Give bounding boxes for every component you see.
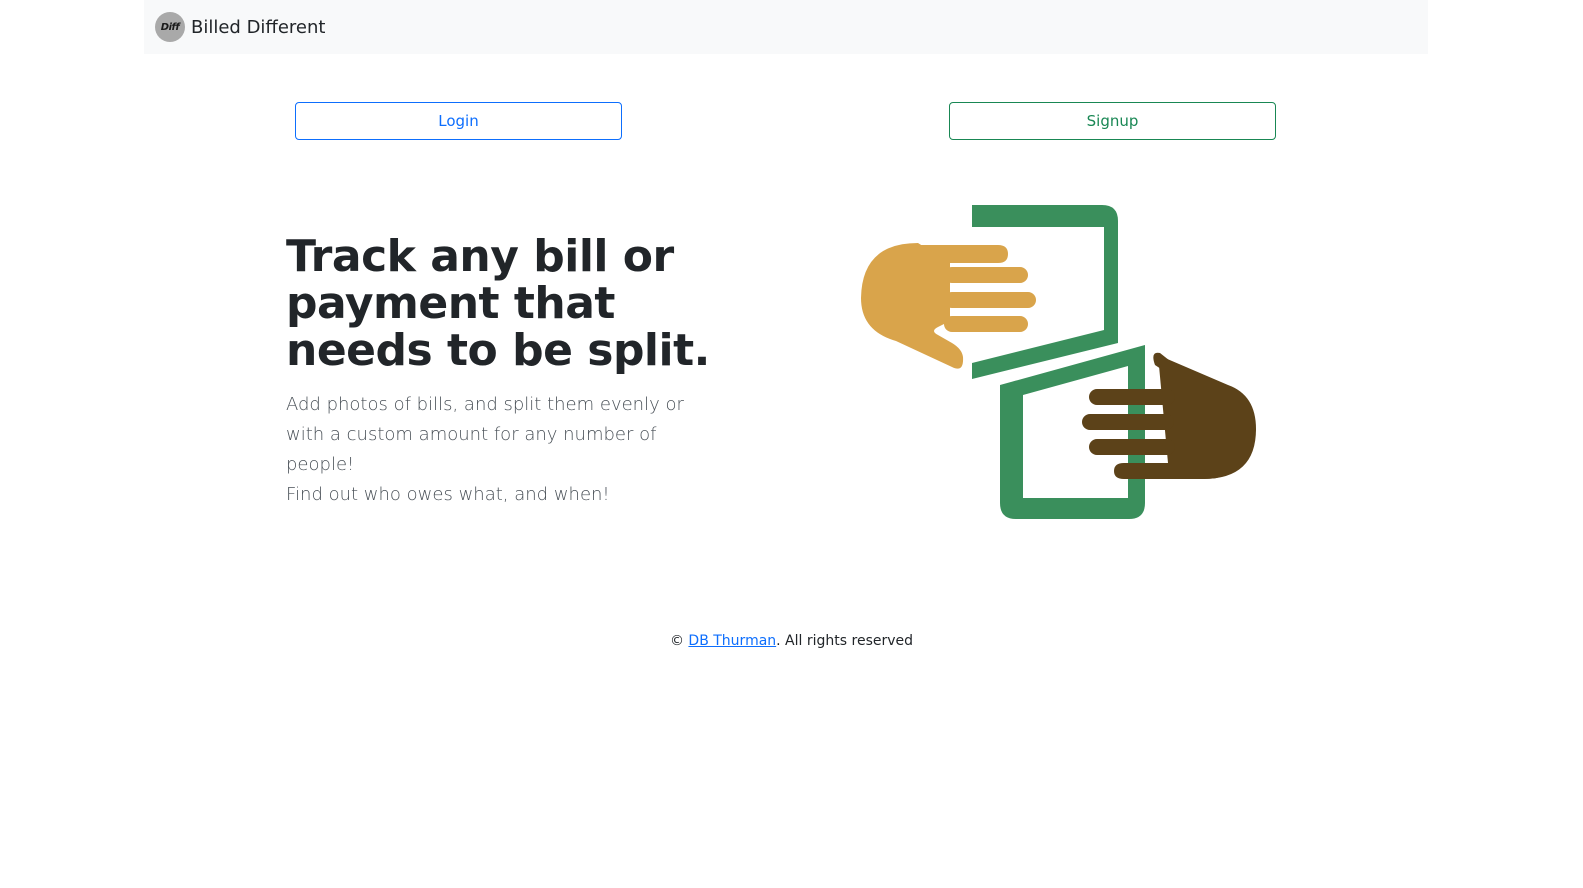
login-button[interactable]: Login — [295, 102, 622, 140]
brand-name: Billed Different — [191, 16, 326, 38]
hero-description-line-1: Add photos of bills, and split them even… — [286, 394, 684, 475]
dark-hand — [1082, 352, 1256, 479]
bill-bottom-shape — [1000, 345, 1145, 519]
brand-link[interactable]: Diff Billed Different — [155, 12, 325, 42]
footer: © DB Thurman. All rights reserved — [0, 633, 1583, 649]
hero-description: Add photos of bills, and split them even… — [286, 390, 726, 510]
hero-description-line-2: Find out who owes what, and when! — [286, 484, 610, 505]
signup-button[interactable]: Signup — [949, 102, 1276, 140]
brand-logo: Diff — [155, 12, 185, 42]
navbar: Diff Billed Different — [144, 0, 1428, 54]
hero-title: Track any bill or payment that needs to … — [286, 231, 710, 376]
footer-rights-text: . All rights reserved — [776, 633, 914, 649]
page: Diff Billed Different Login Signup Track… — [0, 0, 1583, 888]
author-link[interactable]: DB Thurman — [688, 633, 776, 649]
copyright-symbol: © — [669, 633, 684, 649]
hands-exchanging-bill-icon — [861, 205, 1256, 519]
light-hand — [861, 243, 1036, 369]
